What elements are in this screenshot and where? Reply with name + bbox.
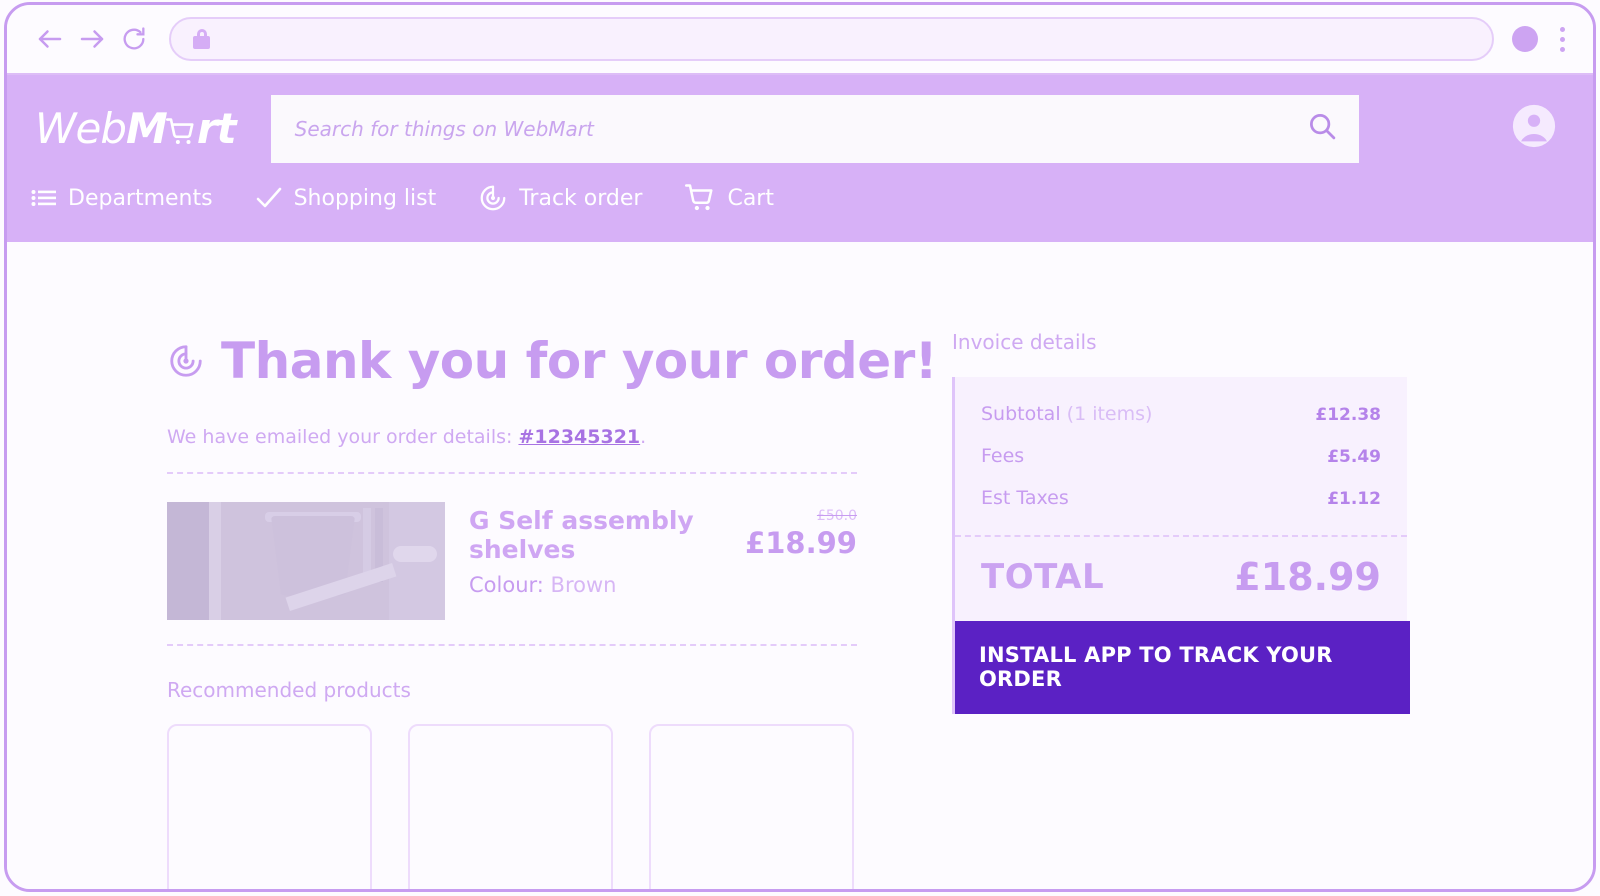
product-title[interactable]: G Self assembly shelves bbox=[469, 506, 713, 564]
product-colour-value: Brown bbox=[550, 573, 617, 597]
invoice-label: Fees bbox=[981, 445, 1024, 467]
invoice-column: Invoice details Subtotal (1 items) £12.3… bbox=[952, 330, 1410, 889]
forward-icon[interactable] bbox=[71, 18, 113, 60]
recommended-products-grid bbox=[167, 724, 857, 889]
webmart-logo[interactable]: Web M rt bbox=[31, 104, 237, 153]
product-price-original: £50.0 bbox=[816, 508, 857, 524]
logo-text-light: Web bbox=[35, 104, 127, 153]
invoice-total-value: £18.99 bbox=[1234, 555, 1381, 599]
recommended-product-card[interactable] bbox=[649, 724, 854, 889]
back-icon[interactable] bbox=[29, 18, 71, 60]
invoice-label-count: (1 items) bbox=[1066, 403, 1153, 425]
site-header-top: Web M rt Search for things on WebMart bbox=[7, 75, 1593, 182]
nav-label-departments: Departments bbox=[68, 185, 213, 211]
nav-label-cart: Cart bbox=[727, 185, 774, 211]
site-header: Web M rt Search for things on WebMart De… bbox=[7, 75, 1593, 242]
order-confirmation-prefix: We have emailed your order details: bbox=[167, 426, 519, 448]
invoice-label: Est Taxes bbox=[981, 487, 1069, 509]
order-number-link[interactable]: #12345321 bbox=[518, 426, 640, 448]
invoice-row-fees: Fees £5.49 bbox=[981, 445, 1381, 467]
order-summary-column: Thank you for your order! We have emaile… bbox=[167, 330, 938, 889]
invoice-line-items: Subtotal (1 items) £12.38 Fees £5.49 Est… bbox=[955, 377, 1407, 535]
logo-text-bold-post: rt bbox=[196, 104, 237, 153]
recommended-products-title: Recommended products bbox=[167, 678, 411, 702]
lock-icon bbox=[193, 29, 210, 49]
invoice-label-text: Subtotal bbox=[981, 403, 1061, 425]
order-confirmation-suffix: . bbox=[640, 426, 647, 448]
kebab-menu-icon[interactable] bbox=[1554, 23, 1571, 56]
sidebar-item-track-order[interactable]: Track order bbox=[478, 183, 642, 213]
order-confirmation-text: We have emailed your order details: #123… bbox=[167, 426, 857, 448]
page-title-text: Thank you for your order! bbox=[221, 332, 938, 390]
logo-text-bold: M rt bbox=[126, 104, 237, 153]
install-app-button[interactable]: INSTALL APP TO TRACK YOUR ORDER bbox=[955, 621, 1410, 714]
invoice-value: £5.49 bbox=[1327, 447, 1381, 467]
product-price-current: £18.99 bbox=[745, 526, 857, 560]
profile-dot-icon[interactable] bbox=[1512, 26, 1538, 52]
invoice-label-text: Fees bbox=[981, 445, 1025, 467]
invoice-total-row: TOTAL £18.99 bbox=[955, 535, 1407, 621]
invoice-label: Subtotal (1 items) bbox=[981, 403, 1152, 425]
account-circle-icon[interactable] bbox=[1511, 103, 1557, 154]
radar-spiral-icon bbox=[167, 334, 205, 392]
sidebar-item-departments[interactable]: Departments bbox=[31, 186, 213, 211]
invoice-total-label: TOTAL bbox=[981, 557, 1105, 597]
product-colour: Colour: Brown bbox=[469, 573, 713, 597]
radar-spiral-icon bbox=[478, 183, 508, 213]
invoice-value: £1.12 bbox=[1327, 489, 1381, 509]
shopping-cart-icon bbox=[684, 183, 716, 213]
invoice-value: £12.38 bbox=[1315, 405, 1381, 425]
product-colour-label: Colour: bbox=[469, 573, 544, 597]
product-image[interactable] bbox=[167, 502, 445, 620]
logo-text-bold-pre: M bbox=[126, 104, 168, 153]
invoice-details-title: Invoice details bbox=[952, 330, 1097, 354]
search-input-placeholder: Search for things on WebMart bbox=[294, 116, 594, 141]
page-title: Thank you for your order! bbox=[167, 330, 938, 392]
product-price-block: £50.0 £18.99 bbox=[737, 502, 857, 560]
search-input[interactable]: Search for things on WebMart bbox=[270, 94, 1359, 163]
search-icon[interactable] bbox=[1307, 111, 1337, 146]
invoice-row-taxes: Est Taxes £1.12 bbox=[981, 487, 1381, 509]
browser-toolbar bbox=[7, 5, 1593, 75]
product-info: G Self assembly shelves Colour: Brown bbox=[469, 502, 713, 597]
invoice-row-subtotal: Subtotal (1 items) £12.38 bbox=[981, 403, 1381, 425]
nav-label-track-order: Track order bbox=[519, 185, 643, 211]
reload-icon[interactable] bbox=[113, 18, 155, 60]
browser-window: Web M rt Search for things on WebMart De… bbox=[4, 2, 1596, 892]
list-menu-icon bbox=[31, 188, 57, 208]
sidebar-item-shopping-list[interactable]: Shopping list bbox=[255, 185, 437, 211]
recommended-product-card[interactable] bbox=[167, 724, 372, 889]
order-item-row: G Self assembly shelves Colour: Brown £5… bbox=[167, 474, 857, 644]
address-bar[interactable] bbox=[169, 17, 1494, 61]
nav-label-shopping-list: Shopping list bbox=[293, 185, 437, 211]
content-area: Thank you for your order! We have emaile… bbox=[167, 330, 1410, 889]
site-nav: Departments Shopping list Track order Ca… bbox=[7, 182, 1593, 242]
recommended-product-card[interactable] bbox=[408, 724, 613, 889]
sidebar-item-cart[interactable]: Cart bbox=[684, 183, 774, 213]
browser-toolbar-right bbox=[1512, 23, 1571, 56]
check-icon bbox=[255, 186, 283, 210]
invoice-label-text: Est Taxes bbox=[981, 487, 1069, 509]
invoice-card: Subtotal (1 items) £12.38 Fees £5.49 Est… bbox=[952, 377, 1410, 714]
divider-bottom bbox=[167, 644, 857, 646]
page-body: Thank you for your order! We have emaile… bbox=[7, 242, 1593, 889]
